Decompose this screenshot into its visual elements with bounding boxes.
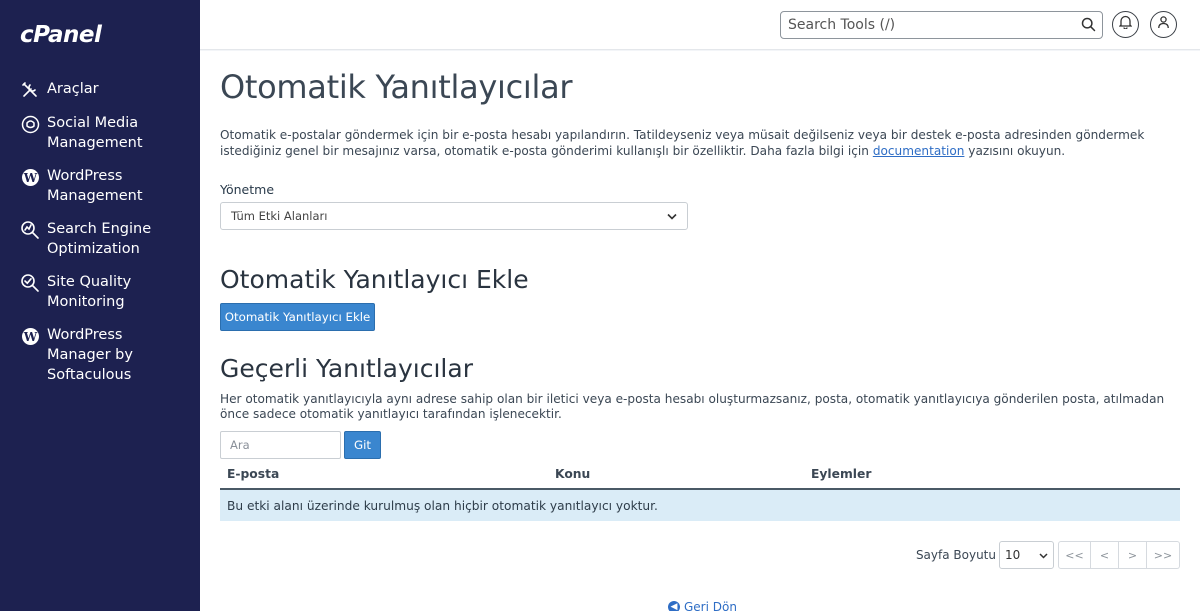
page-title: Otomatik Yanıtlayıcılar bbox=[220, 68, 573, 106]
social-media-icon bbox=[20, 114, 40, 134]
search-tools-input[interactable] bbox=[781, 12, 1071, 38]
notifications-button[interactable] bbox=[1112, 11, 1139, 38]
manage-label: Yönetme bbox=[220, 182, 275, 197]
seo-icon bbox=[20, 220, 40, 240]
user-icon bbox=[1157, 15, 1170, 34]
domain-select-value: Tüm Etki Alanları bbox=[231, 209, 328, 223]
user-menu-button[interactable] bbox=[1150, 11, 1177, 38]
sidebar-nav: Araçlar Social Media Management W WordPr… bbox=[0, 79, 200, 398]
sidebar-item-label: Search Engine Optimization bbox=[47, 221, 152, 257]
autoresponder-search-input[interactable] bbox=[220, 431, 341, 459]
site-quality-icon bbox=[20, 273, 40, 293]
tool-search-box bbox=[780, 11, 1103, 39]
sidebar-item-label: WordPress Management bbox=[47, 168, 143, 204]
chevron-down-icon bbox=[1039, 548, 1048, 562]
column-header-email[interactable]: E-posta bbox=[227, 467, 279, 481]
column-header-actions: Eylemler bbox=[811, 467, 872, 481]
sidebar-item-label: Site Quality Monitoring bbox=[47, 274, 132, 310]
intro-text: Otomatik e-postalar göndermek için bir e… bbox=[220, 127, 1180, 159]
bell-icon bbox=[1118, 15, 1133, 34]
next-page-button[interactable]: > bbox=[1119, 541, 1147, 569]
top-bar bbox=[200, 0, 1200, 50]
page-size-select[interactable]: 10 bbox=[999, 541, 1054, 569]
search-icon[interactable] bbox=[1081, 17, 1096, 37]
main-content: Otomatik Yanıtlayıcılar Otomatik e-posta… bbox=[200, 51, 1200, 611]
sidebar-item-araclar[interactable]: Araçlar bbox=[0, 79, 200, 100]
cpanel-logo[interactable]: cPanel bbox=[20, 22, 102, 48]
current-autoresponders-description: Her otomatik yanıtlayıcıyla aynı adrese … bbox=[220, 392, 1165, 421]
svg-text:W: W bbox=[22, 171, 37, 185]
sidebar: cPanel Araçlar Social Media Management W… bbox=[0, 0, 200, 611]
pagination: Sayfa Boyutu 10 << < > >> bbox=[916, 541, 1180, 569]
page-size-label: Sayfa Boyutu bbox=[915, 548, 996, 562]
sidebar-item-social-media[interactable]: Social Media Management bbox=[0, 113, 200, 153]
column-header-subject[interactable]: Konu bbox=[555, 467, 590, 481]
tools-icon bbox=[20, 80, 40, 100]
intro-suffix: yazısını okuyun. bbox=[968, 144, 1066, 158]
sidebar-item-seo[interactable]: Search Engine Optimization bbox=[0, 219, 200, 259]
empty-table-message: Bu etki alanı üzerinde kurulmuş olan hiç… bbox=[220, 490, 1180, 521]
first-page-button[interactable]: << bbox=[1058, 541, 1091, 569]
go-back-link[interactable]: ◀ Geri Dön bbox=[668, 600, 737, 611]
chevron-down-icon bbox=[667, 209, 677, 223]
go-back-label: Geri Dön bbox=[684, 600, 737, 611]
autoresponders-table: E-posta Konu Eylemler Bu etki alanı üzer… bbox=[220, 460, 1180, 521]
go-button[interactable]: Git bbox=[344, 431, 381, 459]
arrow-left-circle-icon: ◀ bbox=[668, 601, 680, 611]
page-size-value: 10 bbox=[1005, 548, 1021, 562]
add-autoresponder-heading: Otomatik Yanıtlayıcı Ekle bbox=[220, 265, 529, 294]
svg-text:W: W bbox=[22, 330, 37, 344]
last-page-button[interactable]: >> bbox=[1147, 541, 1180, 569]
previous-page-button[interactable]: < bbox=[1091, 541, 1119, 569]
domain-select[interactable]: Tüm Etki Alanları bbox=[220, 202, 688, 230]
current-autoresponders-heading: Geçerli Yanıtlayıcılar bbox=[220, 354, 473, 383]
sidebar-item-label: WordPress Manager by Softaculous bbox=[47, 327, 133, 383]
sidebar-item-site-quality[interactable]: Site Quality Monitoring bbox=[0, 272, 200, 312]
wordpress-icon: W bbox=[20, 167, 40, 187]
add-autoresponder-button[interactable]: Otomatik Yanıtlayıcı Ekle bbox=[220, 303, 375, 331]
sidebar-item-wordpress[interactable]: W WordPress Management bbox=[0, 166, 200, 206]
sidebar-item-label: Araçlar bbox=[47, 81, 99, 97]
sidebar-item-label: Social Media Management bbox=[47, 115, 143, 151]
sidebar-item-wordpress-manager[interactable]: W WordPress Manager by Softaculous bbox=[0, 325, 200, 385]
table-header: E-posta Konu Eylemler bbox=[220, 460, 1180, 490]
wordpress-icon: W bbox=[20, 326, 40, 346]
documentation-link[interactable]: documentation bbox=[873, 144, 965, 158]
